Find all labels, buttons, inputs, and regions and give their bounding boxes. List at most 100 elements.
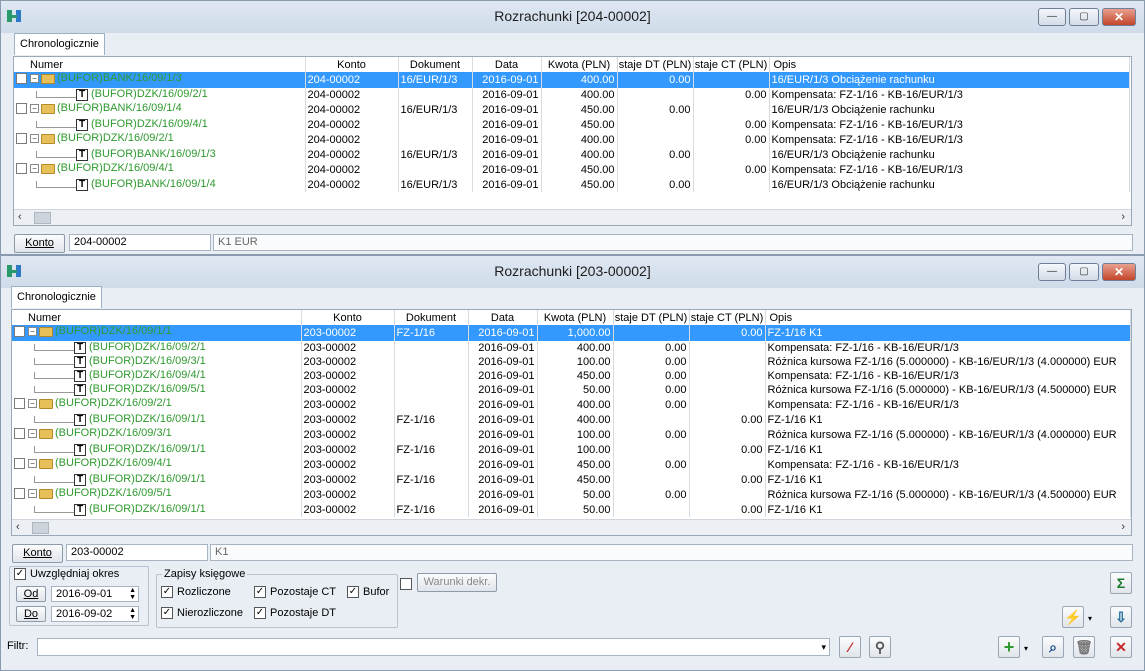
do-button[interactable]: Do [16, 606, 46, 622]
table-row[interactable]: − (BUFOR)DZK/16/09/2/1 203-00002 2016-09-01… [12, 397, 1131, 413]
clear-filter-icon[interactable]: ⁄ [839, 636, 861, 658]
kwota-cell: 400.00 [541, 148, 618, 162]
konto-button[interactable]: Konto [12, 544, 63, 563]
export-icon[interactable]: ⇩ [1110, 606, 1132, 628]
table-row[interactable]: T (BUFOR)DZK/16/09/2/1 204-00002 2016-09-01… [14, 88, 1130, 102]
konto-input[interactable]: 204-00002 [69, 234, 211, 251]
konto-button[interactable]: Konto [14, 234, 65, 253]
row-checkbox[interactable] [16, 103, 27, 114]
row-checkbox[interactable] [14, 428, 25, 439]
column-header[interactable]: Opis [765, 310, 1131, 325]
rozliczone-checkbox[interactable]: ✓ Rozliczone [161, 586, 231, 598]
column-header[interactable]: Opis [769, 57, 1130, 72]
column-header[interactable]: Kwota (PLN) [537, 310, 614, 325]
table-row[interactable]: − (BUFOR)DZK/16/09/4/1 203-00002 2016-09-01… [12, 457, 1131, 473]
table-row[interactable]: T (BUFOR)DZK/16/09/2/1 203-00002 2016-09-01… [12, 341, 1131, 355]
horizontal-scrollbar[interactable]: ‹ › [12, 519, 1131, 535]
numer-cell: − (BUFOR)DZK/16/09/4/1 [14, 162, 306, 178]
add-icon[interactable]: + [998, 636, 1020, 658]
pozostaje-dt-checkbox[interactable]: ✓ Pozostaje DT [254, 607, 336, 619]
close-button[interactable]: ✕ [1102, 8, 1136, 26]
column-header[interactable]: staje DT (PLN) [613, 310, 690, 325]
table-row[interactable]: − (BUFOR)DZK/16/09/1/1 203-00002 FZ-1/16 201… [12, 325, 1131, 341]
search-icon[interactable]: ⌕ [1042, 636, 1064, 658]
table-row[interactable]: − (BUFOR)DZK/16/09/5/1 203-00002 2016-09-01… [12, 487, 1131, 503]
table-row[interactable]: T (BUFOR)DZK/16/09/4/1 203-00002 2016-09-01… [12, 369, 1131, 383]
row-checkbox[interactable] [16, 73, 27, 84]
do-date-input[interactable]: 2016-09-02 ▲ ▼ [51, 606, 139, 622]
table-row[interactable]: T (BUFOR)DZK/16/09/5/1 203-00002 2016-09-01… [12, 383, 1131, 397]
column-header[interactable]: staje CT (PLN) [689, 310, 766, 325]
lightning-dropdown-icon[interactable]: ▾ [1088, 612, 1092, 625]
column-header[interactable]: Numer [14, 57, 306, 72]
column-header[interactable]: staje CT (PLN) [693, 57, 770, 72]
dt-cell [613, 413, 690, 427]
collapse-icon[interactable]: − [28, 459, 37, 468]
delete-icon[interactable]: 🗑 [1073, 636, 1095, 658]
table-row[interactable]: T (BUFOR)DZK/16/09/3/1 203-00002 2016-09-01… [12, 355, 1131, 369]
collapse-icon[interactable]: − [28, 399, 37, 408]
table-row[interactable]: − (BUFOR)DZK/16/09/4/1 204-00002 2016-09-01… [14, 162, 1130, 178]
collapse-icon[interactable]: − [28, 327, 37, 336]
table-row[interactable]: T (BUFOR)DZK/16/09/1/1 203-00002 FZ-1/16 201… [12, 413, 1131, 427]
column-header[interactable]: Dokument [394, 310, 469, 325]
table-row[interactable]: T (BUFOR)DZK/16/09/1/1 203-00002 FZ-1/16 201… [12, 473, 1131, 487]
column-header[interactable]: Konto [301, 310, 395, 325]
table-row[interactable]: T (BUFOR)BANK/16/09/1/4 204-00002 16/EUR/1/… [14, 178, 1130, 192]
document-icon: T [74, 503, 86, 516]
pozostaje-ct-checkbox[interactable]: ✓ Pozostaje CT [254, 586, 336, 598]
table-row[interactable]: T (BUFOR)BANK/16/09/1/3 204-00002 16/EUR/1/… [14, 148, 1130, 162]
collapse-icon[interactable]: − [28, 429, 37, 438]
close-window-icon[interactable]: ✕ [1110, 636, 1132, 658]
numer-text: (BUFOR)DZK/16/09/2/1 [57, 132, 174, 144]
add-dropdown-icon[interactable]: ▾ [1024, 642, 1028, 655]
tab-chronologicznie[interactable]: Chronologicznie [14, 33, 105, 55]
od-button[interactable]: Od [16, 586, 46, 602]
column-header[interactable]: Data [472, 57, 542, 72]
collapse-icon[interactable]: − [30, 134, 39, 143]
konto-input[interactable]: 203-00002 [66, 544, 208, 561]
bufor-checkbox[interactable]: ✓ Bufor [347, 586, 389, 598]
column-header[interactable]: Kwota (PLN) [541, 57, 618, 72]
od-date-input[interactable]: 2016-09-01 ▲ ▼ [51, 586, 139, 602]
lightning-icon[interactable]: ⚡ [1062, 606, 1084, 628]
table-row[interactable]: − (BUFOR)BANK/16/09/1/4 204-00002 16/EUR/1/… [14, 102, 1130, 118]
table-row[interactable]: − (BUFOR)BANK/16/09/1/3 204-00002 16/EUR/1/… [14, 72, 1130, 88]
collapse-icon[interactable]: − [30, 104, 39, 113]
dt-cell [613, 473, 690, 487]
tab-chronologicznie[interactable]: Chronologicznie [11, 286, 102, 308]
column-header[interactable]: Data [468, 310, 538, 325]
row-checkbox[interactable] [16, 163, 27, 174]
warunki-checkbox[interactable] [400, 578, 416, 590]
column-header[interactable]: Konto [305, 57, 399, 72]
minimize-button[interactable]: — [1038, 263, 1066, 281]
collapse-icon[interactable]: − [30, 164, 39, 173]
filtr-input[interactable]: ▾ [37, 638, 830, 656]
maximize-button[interactable]: ▢ [1069, 263, 1099, 281]
row-checkbox[interactable] [14, 326, 25, 337]
warunki-dekr-button[interactable]: Warunki dekr. [417, 573, 497, 592]
minimize-button[interactable]: — [1038, 8, 1066, 26]
column-header[interactable]: Dokument [398, 57, 473, 72]
collapse-icon[interactable]: − [28, 489, 37, 498]
row-checkbox[interactable] [14, 398, 25, 409]
table-row[interactable]: − (BUFOR)DZK/16/09/3/1 203-00002 2016-09-01… [12, 427, 1131, 443]
column-header[interactable]: Numer [12, 310, 302, 325]
horizontal-scrollbar[interactable]: ‹ › [14, 209, 1131, 225]
row-checkbox[interactable] [14, 488, 25, 499]
table-row[interactable]: T (BUFOR)DZK/16/09/4/1 204-00002 2016-09-01… [14, 118, 1130, 132]
uwzgledniaj-okres-checkbox[interactable]: ✓ Uwzględniaj okres [14, 568, 119, 580]
collapse-icon[interactable]: − [30, 74, 39, 83]
table-row[interactable]: T (BUFOR)DZK/16/09/1/1 203-00002 FZ-1/16 201… [12, 443, 1131, 457]
nierozliczone-checkbox[interactable]: ✓ Nierozliczone [161, 607, 243, 619]
table-row[interactable]: − (BUFOR)DZK/16/09/2/1 204-00002 2016-09-01… [14, 132, 1130, 148]
filter-builder-icon[interactable]: ⚲ [869, 636, 891, 658]
row-checkbox[interactable] [14, 458, 25, 469]
column-header[interactable]: staje DT (PLN) [617, 57, 694, 72]
table-row[interactable]: T (BUFOR)DZK/16/09/1/1 203-00002 FZ-1/16 201… [12, 503, 1131, 517]
row-checkbox[interactable] [16, 133, 27, 144]
close-button[interactable]: ✕ [1102, 263, 1136, 281]
sum-icon[interactable]: Σ [1110, 572, 1132, 594]
maximize-button[interactable]: ▢ [1069, 8, 1099, 26]
opis-cell: FZ-1/16 K1 [765, 443, 1131, 457]
